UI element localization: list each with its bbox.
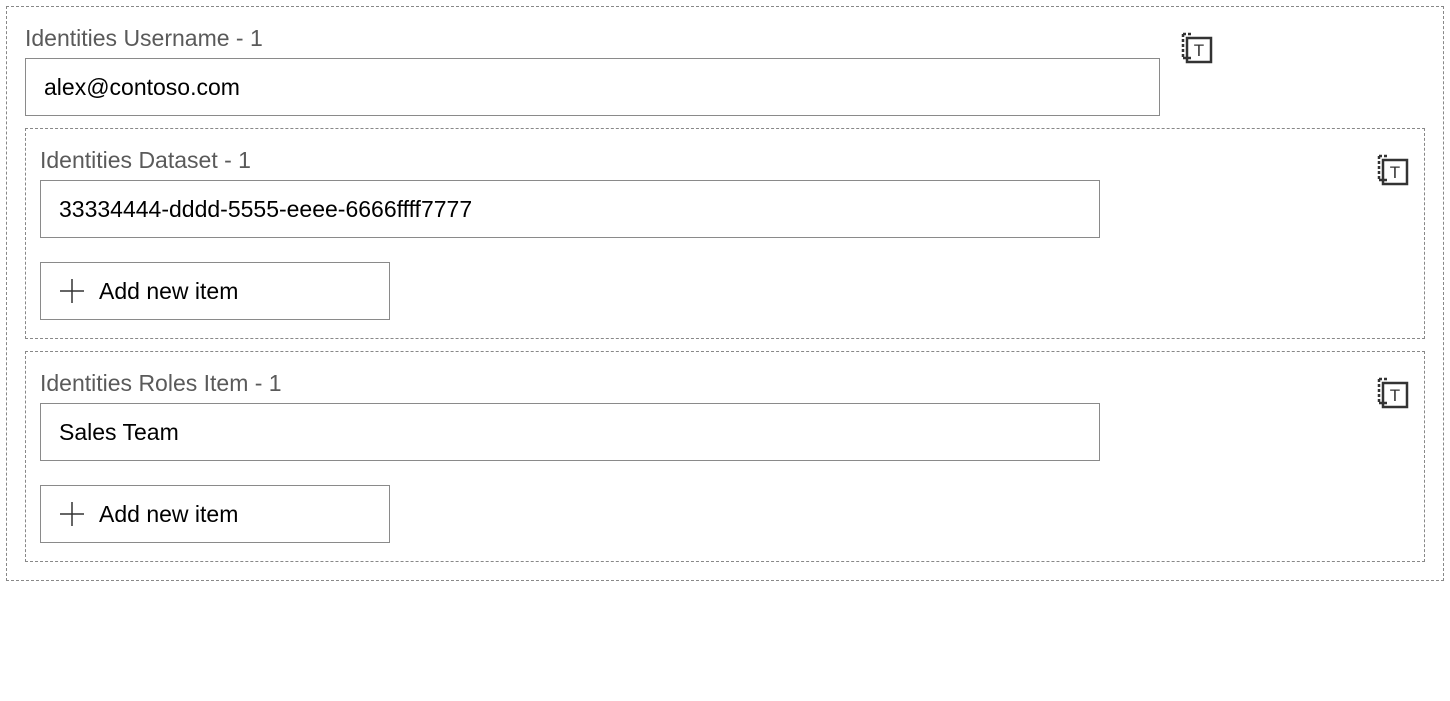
username-label: Identities Username - 1 — [25, 25, 1160, 52]
username-input[interactable] — [25, 58, 1160, 116]
dynamic-content-icon: T — [1180, 31, 1214, 65]
plus-icon — [59, 501, 85, 527]
roles-input[interactable] — [40, 403, 1100, 461]
svg-text:T: T — [1390, 163, 1400, 182]
svg-text:T: T — [1390, 386, 1400, 405]
add-dataset-item-label: Add new item — [99, 278, 238, 305]
dataset-input[interactable] — [40, 180, 1100, 238]
dynamic-content-icon: T — [1376, 153, 1410, 187]
dataset-field-group: Identities Dataset - 1 Add new item — [40, 147, 1356, 320]
username-section: Identities Username - 1 T — [25, 25, 1425, 116]
type-toggle-roles[interactable]: T — [1376, 376, 1410, 415]
roles-label: Identities Roles Item - 1 — [40, 370, 1356, 397]
plus-icon — [59, 278, 85, 304]
username-field-group: Identities Username - 1 — [25, 25, 1160, 116]
identities-container: Identities Username - 1 T Identities Dat… — [6, 6, 1444, 581]
add-dataset-item-button[interactable]: Add new item — [40, 262, 390, 320]
type-toggle-dataset[interactable]: T — [1376, 153, 1410, 192]
svg-text:T: T — [1194, 41, 1204, 60]
dataset-label: Identities Dataset - 1 — [40, 147, 1356, 174]
roles-field-group: Identities Roles Item - 1 Add new item — [40, 370, 1356, 543]
add-roles-item-button[interactable]: Add new item — [40, 485, 390, 543]
dataset-section: Identities Dataset - 1 Add new item T — [25, 128, 1425, 339]
type-toggle-username[interactable]: T — [1180, 31, 1214, 70]
dynamic-content-icon: T — [1376, 376, 1410, 410]
roles-section: Identities Roles Item - 1 Add new item T — [25, 351, 1425, 562]
add-roles-item-label: Add new item — [99, 501, 238, 528]
